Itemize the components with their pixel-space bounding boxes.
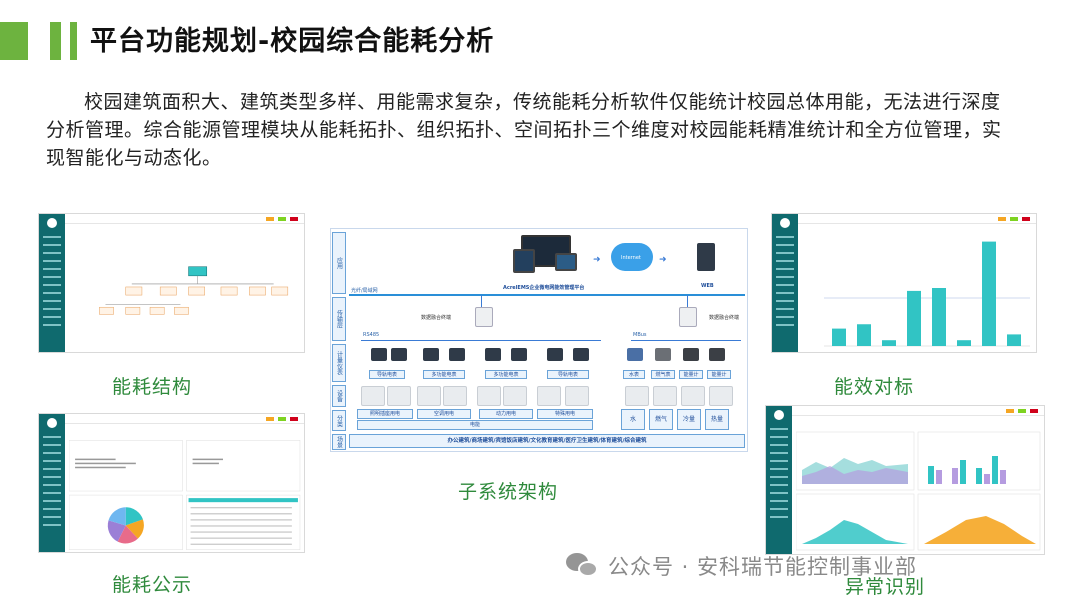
web-label: WEB <box>701 283 714 289</box>
meter-label: 燃气表 <box>651 370 675 379</box>
caption-subsystem-architecture: 子系统架构 <box>458 481 559 503</box>
gateway-right-label: 数据融合终端 <box>709 315 740 321</box>
layer-metering: 计量仪表 <box>332 344 346 382</box>
server-icon <box>697 243 715 271</box>
layer-transport: 传输层 <box>332 297 346 341</box>
efficiency-benchmark-screenshot <box>771 213 1037 353</box>
logo-icon <box>47 418 57 428</box>
benchmark-bar-chart <box>824 241 1030 347</box>
logo-icon <box>47 218 57 228</box>
title-accent-bar <box>0 22 28 60</box>
benchmark-bar <box>982 241 996 346</box>
network-label: 光纤/局域网 <box>351 288 378 294</box>
category-label: 热量 <box>705 409 729 430</box>
sidebar <box>766 406 792 554</box>
toolbar <box>65 414 304 424</box>
category-label: 特殊用电 <box>537 409 593 419</box>
wechat-icon <box>566 553 600 579</box>
anomaly-detection-screenshot <box>765 405 1045 555</box>
meter-label: 能量计 <box>679 370 703 379</box>
meter-label: 水表 <box>623 370 645 379</box>
electricity-label: 电能 <box>357 420 593 430</box>
intro-paragraph: 校园建筑面积大、建筑类型多样、用能需求复杂，传统能耗分析软件仅能统计校园总体用能… <box>46 91 1002 169</box>
mbus-label: MBus <box>633 332 647 338</box>
category-label: 照明插座用电 <box>357 409 413 419</box>
benchmark-bar <box>857 324 871 346</box>
internet-label: Internet <box>621 255 641 261</box>
category-label: 空调用电 <box>417 409 471 419</box>
arrow-icon: ➜ <box>593 255 601 265</box>
network-line <box>349 294 745 296</box>
watermark: 公众号 · 安科瑞节能控制事业部 <box>566 551 917 581</box>
category-label: 冷量 <box>677 409 701 430</box>
arrow-icon: ➜ <box>659 255 667 265</box>
meter-label: 多功能电表 <box>485 370 527 379</box>
sidebar <box>772 214 798 352</box>
sidebar <box>39 214 65 352</box>
logo-icon <box>774 410 784 420</box>
layer-column: 应用 传输层 计量仪表 设备 分类 场景 <box>331 229 347 453</box>
title-bar: 平台功能规划-校园综合能耗分析 <box>0 18 1080 66</box>
gateway-left-label: 数据融合终端 <box>421 315 452 321</box>
benchmark-bar <box>932 288 946 346</box>
title-accent-bar <box>70 22 77 60</box>
category-label: 动力用电 <box>479 409 533 419</box>
caption-energy-disclosure: 能耗公示 <box>112 574 193 596</box>
platform-devices-image <box>511 235 581 279</box>
logo-icon <box>780 218 790 228</box>
gateway-right-icon <box>679 307 697 327</box>
disclosure-panels <box>69 440 301 550</box>
anomaly-charts <box>796 431 1041 551</box>
meter-label: 导轨电表 <box>547 370 589 379</box>
category-label: 燃气 <box>649 409 673 430</box>
watermark-text: 公众号 · 安科瑞节能控制事业部 <box>608 555 918 579</box>
toolbar <box>792 406 1044 416</box>
benchmark-bar <box>907 290 921 346</box>
rs485-label: RS485 <box>363 332 380 338</box>
meter-label: 能量计 <box>707 370 731 379</box>
title-accent-bar <box>50 22 61 60</box>
benchmark-bar <box>832 328 846 346</box>
toolbar <box>65 214 304 224</box>
category-label: 水 <box>621 409 645 430</box>
subsystem-architecture-diagram: 应用 传输层 计量仪表 设备 分类 场景 AcrelEMS企业微电网能效管理平台… <box>330 228 748 452</box>
benchmark-bar <box>1007 334 1021 346</box>
caption-efficiency-benchmark: 能效对标 <box>834 376 915 398</box>
benchmark-bar <box>957 340 971 346</box>
layer-category: 分类 <box>332 410 346 431</box>
energy-disclosure-screenshot <box>38 413 305 553</box>
benchmark-bar <box>882 340 896 346</box>
toolbar <box>798 214 1036 224</box>
gateway-left-icon <box>475 307 493 327</box>
energy-structure-screenshot <box>38 213 305 353</box>
meter-label: 导轨电表 <box>369 370 405 379</box>
caption-energy-structure: 能耗结构 <box>112 376 193 398</box>
topology-tree <box>99 266 289 315</box>
layer-application: 应用 <box>332 232 346 294</box>
scene-bar: 办公建筑/商场建筑/宾馆饭店建筑/文化教育建筑/医疗卫生建筑/体育建筑/综合建筑 <box>349 434 745 448</box>
sidebar <box>39 414 65 552</box>
meter-label: 多功能电表 <box>423 370 465 379</box>
layer-scene: 场景 <box>332 434 346 450</box>
platform-name: AcrelEMS企业微电网能效管理平台 <box>503 285 585 291</box>
layer-device: 设备 <box>332 385 346 407</box>
page-title: 平台功能规划-校园综合能耗分析 <box>90 26 495 57</box>
